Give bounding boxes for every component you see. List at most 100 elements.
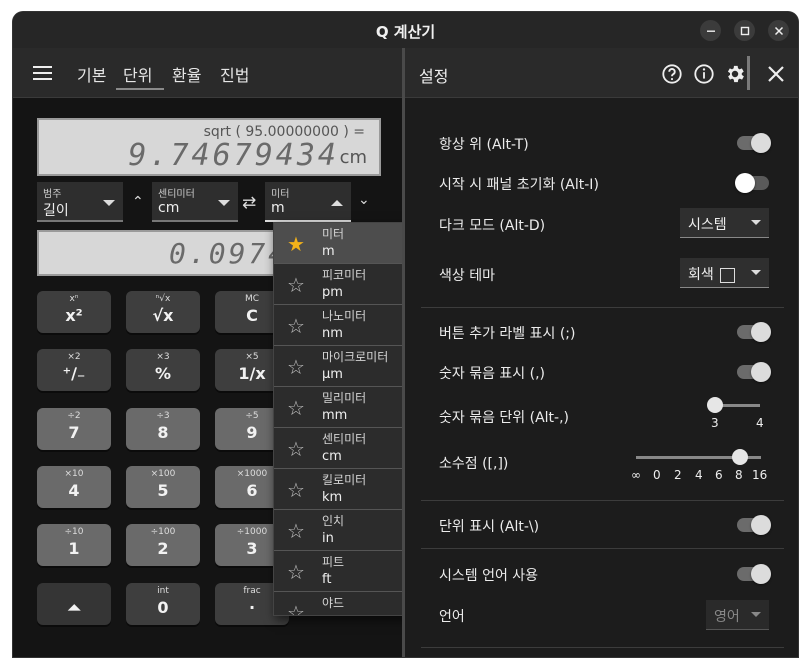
unit-list-item[interactable]: ☆ 밀리미터 mm <box>274 387 412 428</box>
unit-list-item[interactable]: ☆ 야드 <box>274 592 412 615</box>
key-button[interactable]: ÷10 1 <box>37 524 111 566</box>
key-button[interactable]: xⁿ x² <box>37 291 111 333</box>
unit-symbol: ft <box>322 572 332 587</box>
key-sub-label <box>37 586 111 597</box>
star-icon[interactable]: ☆ <box>287 519 305 543</box>
key-sub-label: ×10 <box>64 469 84 479</box>
key-button[interactable]: ×100 5 <box>126 466 200 508</box>
star-icon[interactable]: ★ <box>287 232 305 256</box>
key-button[interactable]: ÷100 2 <box>126 524 200 566</box>
chevron-down-icon <box>103 200 115 206</box>
key-button[interactable]: ÷2 7 <box>37 408 111 450</box>
system-language-toggle[interactable] <box>737 564 771 584</box>
gear-icon[interactable] <box>724 63 746 85</box>
key-sub-label: ⁿ√x <box>155 294 171 304</box>
decimal-tick: 6 <box>715 468 723 482</box>
always-on-top-toggle[interactable] <box>737 133 771 153</box>
decimal-places-knob[interactable] <box>732 449 748 465</box>
settings-header: 설정 <box>405 48 798 98</box>
digit-grouping-label: 숫자 묶음 표시 (,) <box>439 366 546 382</box>
unit-dropdown-list[interactable]: ★ 미터 m ☆ 피코미터 pm ☆ 나노미터 nm ☆ 마이크로미터 μm ☆ 밀리미터 mm ☆ 센티미터 c… <box>273 222 413 616</box>
category-select-label: 범주 <box>43 189 62 200</box>
info-icon[interactable] <box>693 63 715 85</box>
to-unit-select[interactable]: 미터 m <box>265 182 351 222</box>
minimize-icon <box>706 30 715 32</box>
maximize-button[interactable] <box>734 20 755 41</box>
minimize-button[interactable] <box>700 20 721 41</box>
star-icon[interactable]: ☆ <box>287 314 305 338</box>
key-main-label: % <box>154 364 172 383</box>
reset-panel-toggle[interactable] <box>735 173 769 193</box>
title-bar: Q 계산기 <box>13 12 798 48</box>
star-icon[interactable]: ☆ <box>287 396 305 420</box>
unit-symbol: pm <box>322 285 343 300</box>
show-unit-label: 단위 표시 (Alt-\) <box>439 519 540 535</box>
from-unit-select[interactable]: 센티미터 cm <box>152 182 238 222</box>
close-window-button[interactable] <box>768 20 789 41</box>
unit-list-item[interactable]: ★ 미터 m <box>274 223 412 264</box>
section-divider <box>421 647 784 648</box>
star-icon[interactable]: ☆ <box>287 355 305 379</box>
decimal-tick: 8 <box>735 468 743 482</box>
unit-list-item[interactable]: ☆ 마이크로미터 μm <box>274 346 412 387</box>
decimal-tick: 16 <box>752 468 768 482</box>
unit-list-item[interactable]: ☆ 인치 in <box>274 510 412 551</box>
tab-currency[interactable]: 환율 <box>172 62 201 90</box>
key-button[interactable]: ⏶ <box>37 583 111 625</box>
unit-list-item[interactable]: ☆ 나노미터 nm <box>274 305 412 346</box>
unit-symbol: cm <box>322 449 342 464</box>
color-theme-value: 회색 <box>688 267 714 283</box>
swap-units-icon[interactable]: ⇄ <box>242 193 256 213</box>
key-button[interactable]: ÷3 8 <box>126 408 200 450</box>
digit-group-unit-knob[interactable] <box>707 397 723 413</box>
close-panel-icon[interactable] <box>766 64 786 84</box>
key-main-label: 8 <box>157 423 169 442</box>
key-sub-label: ×100 <box>150 469 176 479</box>
menu-icon[interactable] <box>33 66 52 80</box>
unit-name: 미터 <box>322 227 345 241</box>
key-button[interactable]: ⁿ√x √x <box>126 291 200 333</box>
star-icon[interactable]: ☆ <box>287 437 305 461</box>
key-button[interactable]: ×2 ⁺∕₋ <box>37 349 111 391</box>
key-button[interactable]: ×10 4 <box>37 466 111 508</box>
key-button[interactable]: int 0 <box>126 583 200 625</box>
key-sub-label: ×3 <box>156 352 170 362</box>
tab-base[interactable]: 진법 <box>220 62 249 90</box>
star-icon[interactable]: ☆ <box>287 601 305 615</box>
unit-list-item[interactable]: ☆ 센티미터 cm <box>274 428 412 469</box>
result-value: 9.74679434 <box>128 138 339 173</box>
unit-symbol: in <box>322 531 334 546</box>
tab-unit[interactable]: 단위 <box>116 62 164 90</box>
to-unit-select-label: 미터 <box>271 189 290 200</box>
language-select[interactable]: 영어 <box>706 600 769 630</box>
unit-list-item[interactable]: ☆ 피코미터 pm <box>274 264 412 305</box>
key-sub-label: ÷3 <box>156 411 170 421</box>
star-icon[interactable]: ☆ <box>287 478 305 502</box>
color-theme-select[interactable]: 회색 <box>680 258 769 288</box>
unit-symbol: nm <box>322 326 343 341</box>
unit-name: 나노미터 <box>322 309 367 323</box>
unit-list-item[interactable]: ☆ 피트 ft <box>274 551 412 592</box>
key-button[interactable]: ×3% <box>126 349 200 391</box>
expand-down-icon[interactable]: ⌄ <box>358 192 370 208</box>
swap-up-icon[interactable]: ⌃ <box>132 194 144 210</box>
unit-list-item[interactable]: ☆ 킬로미터 km <box>274 469 412 510</box>
button-labels-toggle[interactable] <box>737 322 771 342</box>
digit-grouping-toggle[interactable] <box>737 362 771 382</box>
unit-name: 마이크로미터 <box>322 350 389 364</box>
star-icon[interactable]: ☆ <box>287 273 305 297</box>
help-icon[interactable] <box>661 63 683 85</box>
key-sub-label: ÷2 <box>67 411 81 421</box>
key-sub-label: ÷10 <box>64 527 84 537</box>
star-icon[interactable]: ☆ <box>287 560 305 584</box>
category-select[interactable]: 범주 길이 <box>37 182 123 222</box>
key-main-label: 2 <box>157 539 169 558</box>
unit-symbol: μm <box>322 367 343 382</box>
decimal-places-label: 소수점 ([,]) <box>439 456 509 472</box>
unit-name: 밀리미터 <box>322 391 367 405</box>
show-unit-toggle[interactable] <box>737 515 771 535</box>
dark-mode-select[interactable]: 시스템 <box>680 208 769 238</box>
tab-basic[interactable]: 기본 <box>77 62 106 90</box>
section-divider <box>421 307 784 308</box>
unit-name: 킬로미터 <box>322 473 367 487</box>
